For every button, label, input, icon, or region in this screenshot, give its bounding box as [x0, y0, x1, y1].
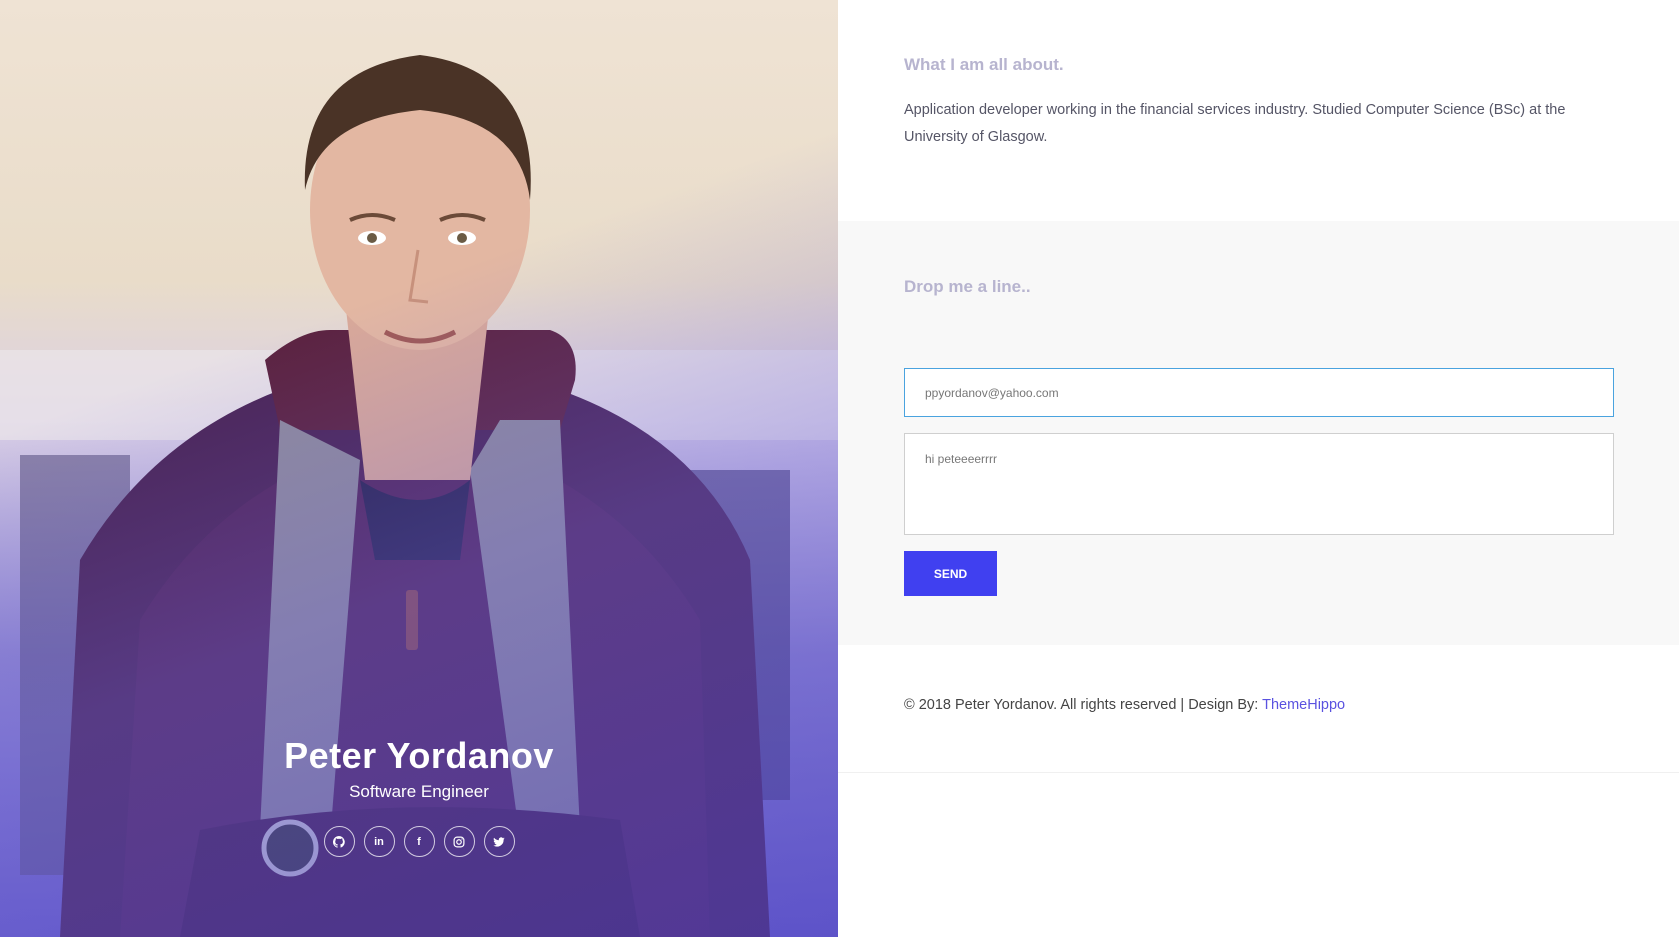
instagram-icon	[453, 836, 465, 847]
contact-section: Drop me a line.. hi peteeeerrrr SEND	[838, 221, 1679, 645]
footer-copyright: © 2018 Peter Yordanov. All rights reserv…	[904, 697, 1345, 713]
linkedin-icon: in	[374, 835, 384, 848]
twitter-icon	[493, 836, 505, 847]
linkedin-link[interactable]: in	[363, 826, 395, 857]
copyright-text: © 2018 Peter Yordanov. All rights reserv…	[904, 697, 1263, 713]
profile-name: Peter Yordanov	[284, 735, 554, 776]
social-links: in f	[0, 826, 838, 857]
about-section: What I am all about. Application develop…	[838, 0, 1679, 221]
about-heading: What I am all about.	[904, 55, 1064, 74]
github-icon	[333, 835, 345, 848]
contact-heading: Drop me a line..	[904, 277, 1031, 296]
facebook-icon: f	[417, 835, 421, 848]
themehippo-link[interactable]: ThemeHippo	[1262, 697, 1345, 713]
message-field[interactable]: hi peteeeerrrr	[904, 433, 1614, 535]
twitter-link[interactable]	[483, 826, 515, 857]
footer: © 2018 Peter Yordanov. All rights reserv…	[838, 645, 1679, 773]
email-field[interactable]	[904, 368, 1614, 417]
hero-panel: Peter Yordanov Software Engineer in f	[0, 0, 838, 937]
profile-title: Software Engineer	[349, 782, 489, 801]
about-text: Application developer working in the fin…	[904, 102, 1566, 145]
facebook-link[interactable]: f	[403, 826, 435, 857]
send-button[interactable]: SEND	[904, 551, 997, 596]
instagram-link[interactable]	[443, 826, 475, 857]
github-link[interactable]	[323, 826, 355, 857]
